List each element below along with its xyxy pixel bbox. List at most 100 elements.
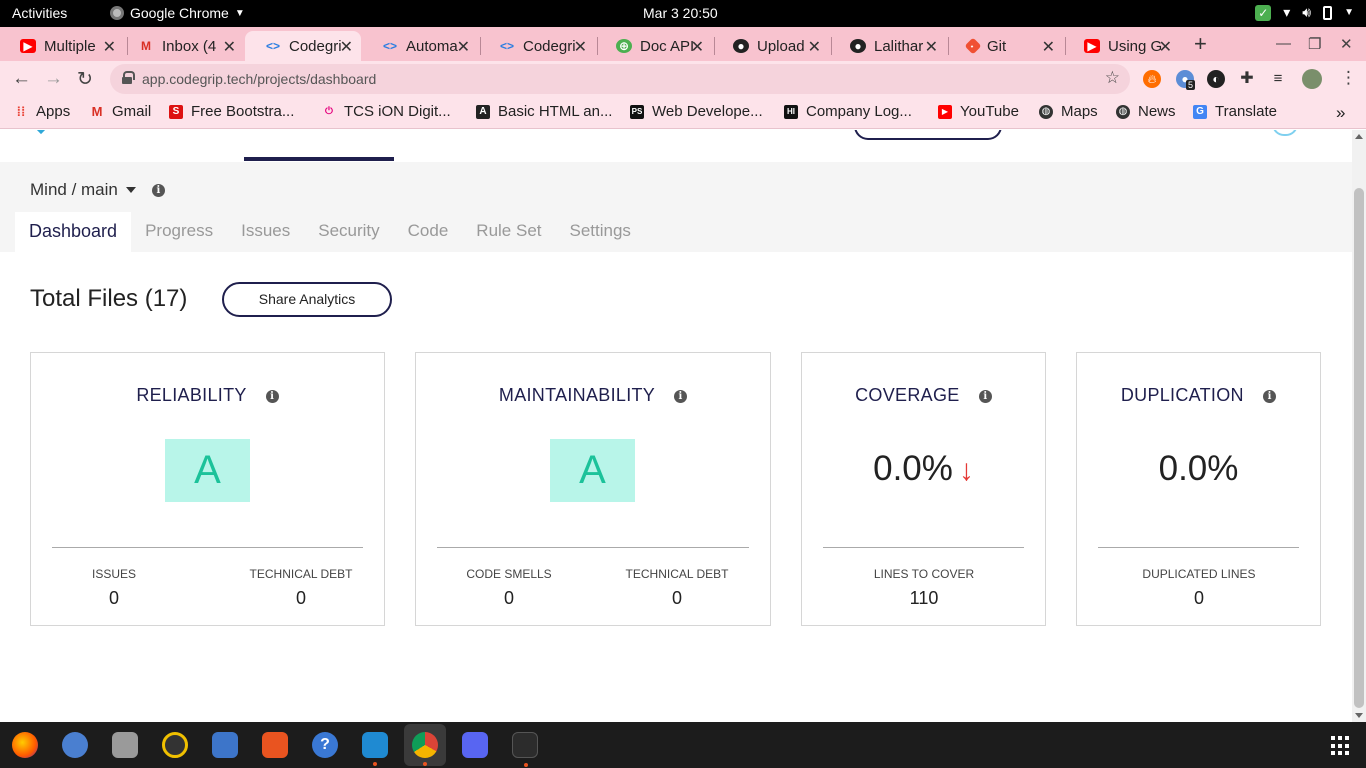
software-center-icon[interactable] — [262, 732, 288, 758]
code-smells-metric: CODE SMELLS 0 — [459, 567, 559, 609]
bookmarks-overflow-icon[interactable]: » — [1336, 103, 1345, 123]
lock-icon[interactable] — [122, 71, 135, 84]
tab-progress[interactable]: Progress — [131, 212, 227, 252]
close-icon[interactable]: ✕ — [457, 37, 470, 57]
chevron-down-icon — [125, 187, 136, 193]
chrome-icon[interactable] — [412, 732, 438, 766]
info-icon[interactable]: i — [674, 390, 688, 403]
bookmark-apps[interactable]: ⁞⁞ Apps — [14, 103, 71, 120]
bookmark-maps[interactable]: ◍ Maps — [1039, 103, 1098, 120]
close-icon[interactable]: ✕ — [925, 37, 938, 57]
scroll-down-icon[interactable] — [1355, 713, 1363, 718]
git-icon: · — [964, 37, 982, 55]
bootstrap-s-icon: S — [169, 104, 183, 119]
thunderbird-icon[interactable] — [62, 732, 88, 758]
firefox-icon[interactable] — [12, 732, 38, 758]
writer-icon[interactable] — [212, 732, 238, 758]
address-bar[interactable]: app.codegrip.tech/projects/dashboard ☆ — [110, 64, 1130, 94]
url-text[interactable]: app.codegrip.tech/projects/dashboard — [142, 71, 376, 87]
scrollbar-thumb[interactable] — [1354, 188, 1364, 708]
project-selector[interactable]: Mind / main i — [30, 180, 165, 200]
clock[interactable]: Mar 3 20:50 — [643, 5, 718, 21]
help-icon[interactable]: ? — [312, 732, 338, 758]
browser-tab[interactable]: ● Lalithar ✕ — [830, 31, 946, 61]
browser-tab[interactable]: <> Codegri ✕ — [479, 31, 595, 61]
close-icon[interactable]: ✕ — [574, 37, 587, 57]
files-icon[interactable] — [112, 732, 138, 758]
app-name: Google Chrome — [130, 5, 229, 21]
more-menu-icon[interactable]: ⋮ — [1340, 68, 1357, 88]
info-icon[interactable]: i — [1263, 390, 1277, 403]
extension-halfmoon-icon[interactable]: ◐ — [1207, 70, 1225, 88]
tab-dashboard[interactable]: Dashboard — [15, 212, 132, 252]
close-icon[interactable]: ✕ — [223, 37, 236, 57]
restore-icon[interactable]: ❐ — [1308, 35, 1321, 53]
info-icon[interactable]: i — [151, 183, 165, 197]
bookmark-gmail[interactable]: M Gmail — [90, 103, 152, 120]
tab-rule-set[interactable]: Rule Set — [462, 212, 555, 252]
browser-tab[interactable]: ▶ Multiple ✕ — [0, 31, 124, 61]
user-avatar[interactable] — [1272, 130, 1298, 136]
tab-settings[interactable]: Settings — [556, 212, 645, 252]
vscode-icon[interactable] — [362, 732, 388, 766]
browser-tab[interactable]: · Git ✕ — [947, 31, 1063, 61]
puzzle-icon[interactable]: ✚ — [1238, 70, 1256, 88]
info-icon[interactable]: i — [978, 390, 992, 403]
activities-button[interactable]: Activities — [12, 5, 67, 21]
tab-label: Using G — [1108, 37, 1163, 55]
tab-security[interactable]: Security — [304, 212, 393, 252]
close-icon[interactable]: ✕ — [103, 37, 116, 57]
bookmark-web-developer[interactable]: PS Web Develope... — [630, 103, 763, 120]
scroll-up-icon[interactable] — [1355, 134, 1363, 139]
check-icon[interactable]: ✓ — [1255, 4, 1272, 21]
bookmark-youtube[interactable]: ▶ YouTube — [938, 103, 1019, 120]
terminal-icon[interactable] — [512, 732, 538, 767]
reload-icon[interactable]: ↻ — [77, 68, 93, 91]
browser-tab[interactable]: <> Automa ✕ — [362, 31, 478, 61]
close-icon[interactable]: ✕ — [1159, 37, 1172, 57]
media-queue-icon[interactable]: ≡ — [1269, 70, 1287, 88]
info-icon[interactable]: i — [265, 390, 279, 403]
browser-tab[interactable]: ⊕ Doc API ✕ — [596, 31, 712, 61]
bookmark-news[interactable]: ◍ News — [1116, 103, 1176, 120]
close-icon[interactable]: ✕ — [691, 37, 704, 57]
volume-icon[interactable]: 🔊︎ — [1302, 4, 1311, 21]
share-analytics-button[interactable]: Share Analytics — [222, 282, 392, 317]
bookmark-basic-html[interactable]: A Basic HTML an... — [476, 103, 612, 120]
close-window-icon[interactable]: ✕ — [1340, 35, 1353, 53]
extension-fire-icon[interactable]: 🔥︎ — [1143, 70, 1161, 88]
bookmark-translate[interactable]: G Translate — [1193, 103, 1277, 120]
browser-tab[interactable]: ● Upload ✕ — [713, 31, 829, 61]
browser-tab[interactable]: ▶ Using G ✕ — [1064, 31, 1180, 61]
bookmark-bootstrap[interactable]: S Free Bootstra... — [169, 103, 294, 120]
bookmark-star-icon[interactable]: ☆ — [1105, 68, 1120, 88]
bookmark-company-logo[interactable]: HI Company Log... — [784, 103, 912, 120]
wifi-icon[interactable]: ▾ — [1283, 4, 1290, 21]
new-tab-icon[interactable]: + — [1194, 31, 1207, 57]
minimize-icon[interactable]: — — [1276, 35, 1291, 52]
page-scrollbar[interactable] — [1352, 130, 1366, 722]
back-icon[interactable]: ← — [12, 68, 31, 90]
close-icon[interactable]: ✕ — [808, 37, 821, 57]
lines-to-cover-metric: LINES TO COVER 110 — [849, 567, 999, 609]
chevron-down-icon[interactable]: ▼ — [1344, 7, 1354, 18]
system-tray[interactable]: ✓ ▾ 🔊︎ ▼ — [1255, 4, 1354, 21]
codegrip-logo[interactable] — [30, 130, 60, 138]
app-menu[interactable]: Google Chrome ▼ — [110, 5, 245, 21]
bookmark-label: Free Bootstra... — [191, 103, 295, 120]
bookmark-tcs-ion[interactable]: ⏻ TCS iON Digit... — [322, 103, 451, 120]
close-icon[interactable]: ✕ — [340, 37, 353, 57]
browser-tab[interactable]: M Inbox (4 ✕ — [118, 31, 244, 61]
browser-tab[interactable]: <> Codegri ✕ — [245, 31, 361, 61]
battery-icon[interactable] — [1323, 5, 1333, 20]
header-button[interactable] — [854, 130, 1002, 140]
codegrip-icon: <> — [499, 39, 514, 53]
tab-code[interactable]: Code — [394, 212, 463, 252]
show-applications-icon[interactable] — [1331, 736, 1351, 756]
profile-avatar[interactable] — [1302, 69, 1322, 89]
close-icon[interactable]: ✕ — [1042, 37, 1055, 57]
rhythmbox-icon[interactable] — [162, 732, 188, 758]
tab-issues[interactable]: Issues — [227, 212, 304, 252]
discord-icon[interactable] — [462, 732, 488, 758]
forward-icon[interactable]: → — [44, 68, 63, 90]
